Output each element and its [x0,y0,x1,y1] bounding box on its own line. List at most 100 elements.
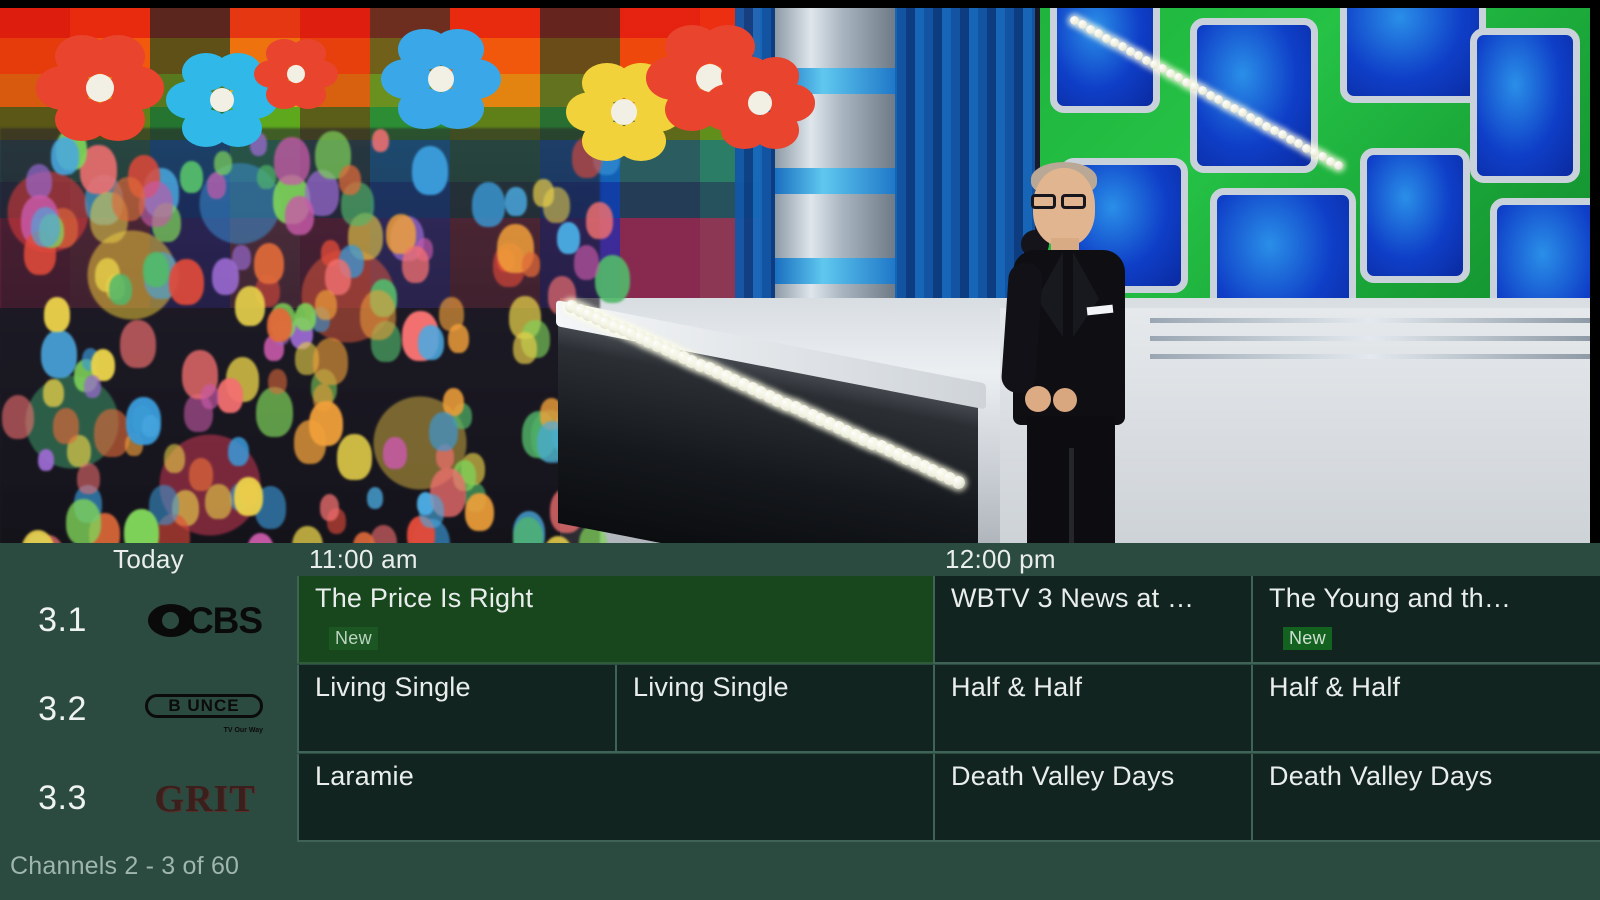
studio-column-band [775,258,895,284]
program-cell[interactable]: Half & Half [1251,665,1600,753]
audience-member [267,308,292,342]
audience-member [337,434,371,480]
audience-member [254,243,285,284]
program-cell[interactable]: Death Valley Days [1251,754,1600,842]
audience-member [26,164,52,199]
guide-row: 3.2 B UNCE TV Our Way Living Single Living S… [0,665,1600,754]
program-title: Living Single [315,672,607,703]
channel-number: 3.1 [0,601,125,640]
program-cell[interactable]: Living Single [297,665,615,753]
guide-status-bar: Channels 2 - 3 of 60 [0,842,1600,900]
studio-column-band [775,168,895,194]
audience-member [513,332,537,364]
audience-member [313,338,348,385]
audience-member [169,259,203,306]
audience-member [180,161,203,193]
audience-member [465,493,494,532]
channel-cell[interactable]: 3.1 CBS [0,576,297,665]
flower-petal [290,39,326,68]
audience-member [557,222,580,254]
audience-member [2,395,35,439]
flower-center [748,91,772,115]
channel-cell[interactable]: 3.2 B UNCE TV Our Way [0,665,297,754]
grit-logo: GRIT [125,769,285,829]
audience-member [315,290,337,320]
time-slot-1: 11:00 am [297,543,418,576]
letterbox-right [1590,0,1600,543]
audience-member [77,463,100,494]
program-title: Laramie [315,761,925,792]
eyeglasses-icon [1031,194,1093,209]
audience-member [429,412,458,451]
audience-member [522,252,540,277]
flower-center [611,99,637,125]
audience-member [84,375,101,398]
bounce-logo: B UNCE TV Our Way [125,680,285,740]
bounce-tagline: TV Our Way [224,727,263,734]
audience-member [533,179,553,207]
audience-member [586,202,613,238]
audience-member [257,165,275,190]
audience-member [189,458,213,491]
tv-screen: Today 11:00 am 12:00 pm 3.1 CBS The Price I… [0,0,1600,900]
audience-member [142,415,158,437]
program-title: Half & Half [951,672,1243,703]
channel-cell[interactable]: 3.3 GRIT [0,754,297,843]
bounce-wordmark: B UNCE [145,694,263,718]
tv-host [975,158,1165,543]
decorative-flower [30,18,170,158]
decorative-flower [250,28,342,120]
audience-member [320,494,339,520]
program-cell[interactable]: Death Valley Days [933,754,1251,842]
stage-bulb [952,476,965,489]
today-label: Today [0,543,297,576]
channel-guide-panel[interactable]: Today 11:00 am 12:00 pm 3.1 CBS The Price I… [0,543,1600,900]
flower-center [86,74,114,102]
audience-member [418,325,444,360]
channel-number: 3.2 [0,690,125,729]
audience-member [234,477,263,516]
audience-member [44,297,70,332]
program-cell[interactable]: Laramie [297,754,933,842]
program-title: Living Single [633,672,925,703]
audience-member [295,303,316,332]
studio-audience [0,128,600,543]
new-badge: New [329,627,378,650]
program-title: WBTV 3 News at … [951,583,1243,614]
flower-center [210,88,235,113]
program-cell[interactable]: Living Single [615,665,933,753]
program-cell[interactable]: WBTV 3 News at … [933,576,1251,664]
audience-member [543,536,574,543]
audience-member [292,526,323,543]
audience-member [595,255,631,303]
audience-member [120,320,156,368]
audience-member [43,379,64,407]
channel-number: 3.3 [0,779,125,818]
program-grid[interactable]: 3.1 CBS The Price Is Right New WBTV 3 News a… [0,576,1600,842]
audience-member [143,252,169,287]
audience-member [112,177,144,221]
audience-member [419,494,445,528]
program-title: Half & Half [1269,672,1592,703]
cbs-wordmark: CBS [187,600,262,642]
audience-member [228,437,249,466]
program-cell[interactable]: The Young and th… New [1251,576,1600,664]
program-title: The Price Is Right [315,583,925,614]
audience-member [505,187,526,216]
grit-wordmark: GRIT [154,777,255,821]
audience-member [124,509,159,543]
program-cell[interactable]: The Price Is Right New [297,576,933,664]
host-trouser-split [1069,448,1074,543]
time-slot-2: 12:00 pm [933,543,1056,576]
live-video-background[interactable] [0,8,1590,543]
audience-member [201,384,219,409]
guide-row: 3.3 GRIT Laramie Death Valley Days Death Val… [0,754,1600,843]
audience-member [285,196,314,235]
audience-member [309,401,343,447]
audience-member [472,182,505,227]
audience-member [38,449,54,471]
program-cell[interactable]: Half & Half [933,665,1251,753]
audience-member [339,165,361,195]
audience-member [207,172,227,199]
audience-member [448,324,469,353]
